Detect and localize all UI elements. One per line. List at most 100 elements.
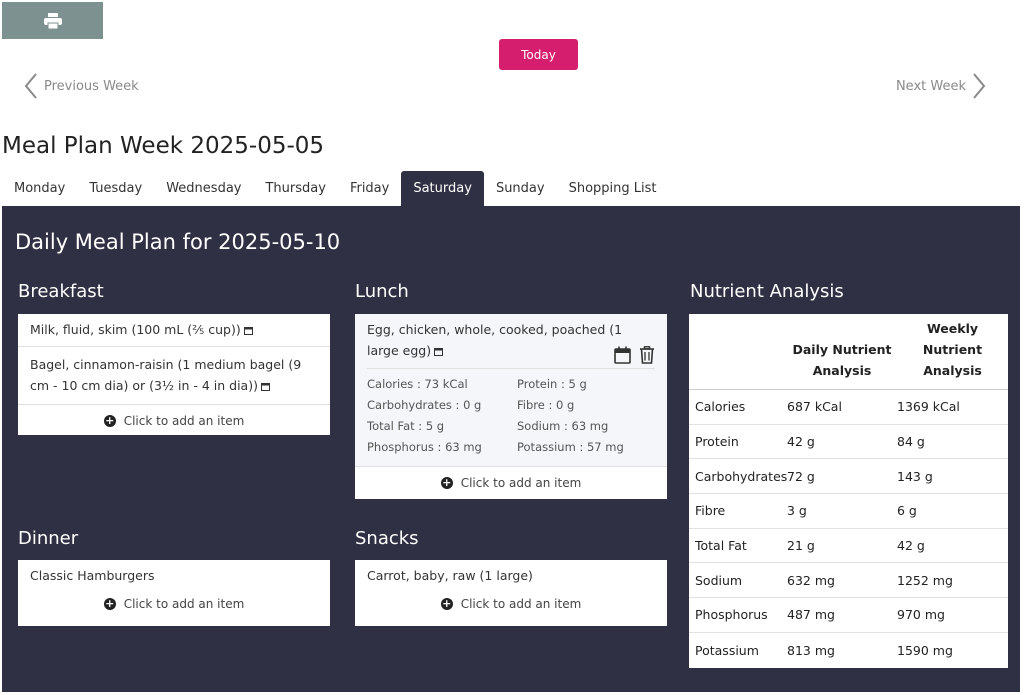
daily-value: 632 mg — [787, 572, 835, 588]
nutrient-name: Carbohydrates — [695, 468, 788, 484]
nutrient-name: Protein — [695, 434, 739, 450]
lunch-card: Egg, chicken, whole, cooked, poached (1 … — [355, 314, 667, 499]
plus-circle-icon: + — [440, 597, 453, 610]
daily-value: 21 g — [787, 538, 815, 554]
next-week-link[interactable]: Next Week — [896, 72, 986, 100]
previous-week-label: Previous Week — [44, 78, 139, 94]
list-item[interactable]: Bagel, cinnamon-raisin (1 medium bagel (… — [18, 347, 330, 405]
print-button[interactable] — [2, 2, 103, 39]
add-item-button[interactable]: + Click to add an item — [355, 588, 667, 620]
tab-shopping-list[interactable]: Shopping List — [557, 171, 669, 206]
calendar-icon[interactable] — [243, 320, 253, 341]
nutrient-name: Potassium — [695, 642, 759, 658]
add-item-button[interactable]: + Click to add an item — [355, 467, 667, 499]
list-item[interactable]: Carrot, baby, raw (1 large) — [355, 560, 667, 588]
table-row: Sodium 632 mg 1252 mg — [689, 563, 1008, 599]
weekly-value: 84 g — [897, 434, 925, 450]
table-row: Potassium 813 mg 1590 mg — [689, 633, 1008, 668]
breakfast-card: Milk, fluid, skim (100 mL (⅖ cup)) Bagel… — [18, 314, 330, 435]
table-row: Protein 42 g 84 g — [689, 425, 1008, 460]
weekly-value: 6 g — [897, 503, 917, 519]
nutrient-value: Calories : 73 kCal — [367, 377, 468, 391]
dinner-card: Classic Hamburgers + Click to add an ite… — [18, 560, 330, 626]
add-item-label: Click to add an item — [123, 597, 245, 611]
list-item[interactable]: Milk, fluid, skim (100 mL (⅖ cup)) — [18, 314, 330, 347]
nutrient-value: Carbohydrates : 0 g — [367, 398, 482, 412]
chevron-left-icon — [24, 73, 37, 99]
nutrient-value: Fibre : 0 g — [517, 398, 575, 412]
nutrient-analysis-table: Daily Nutrient Analysis Weekly Nutrient … — [689, 314, 1008, 668]
add-item-label: Click to add an item — [123, 414, 245, 428]
daily-value: 487 mg — [787, 607, 835, 623]
tab-sunday[interactable]: Sunday — [484, 171, 557, 206]
day-tabs: Monday Tuesday Wednesday Thursday Friday… — [2, 171, 669, 206]
nutrient-name: Phosphorus — [695, 607, 768, 623]
tab-saturday[interactable]: Saturday — [401, 171, 484, 206]
food-item-label: Milk, fluid, skim (100 mL (⅖ cup)) — [30, 322, 241, 337]
list-item[interactable]: Classic Hamburgers — [18, 560, 330, 588]
breakfast-title: Breakfast — [18, 281, 104, 302]
column-header-daily: Daily Nutrient Analysis — [792, 342, 892, 378]
weekly-value: 42 g — [897, 538, 925, 554]
nutrient-value: Total Fat : 5 g — [367, 419, 445, 433]
schedule-calendar-icon[interactable] — [614, 346, 631, 370]
nutrient-value: Protein : 5 g — [517, 377, 587, 391]
nutrient-value: Sodium : 63 mg — [517, 419, 609, 433]
weekly-value: 143 g — [897, 468, 933, 484]
tab-tuesday[interactable]: Tuesday — [77, 171, 154, 206]
daily-value: 72 g — [787, 468, 815, 484]
plus-circle-icon: + — [103, 597, 116, 610]
plus-circle-icon: + — [440, 476, 453, 489]
previous-week-link[interactable]: Previous Week — [24, 72, 139, 100]
snacks-title: Snacks — [355, 528, 419, 549]
table-row: Carbohydrates 72 g 143 g — [689, 459, 1008, 495]
food-item-label: Classic Hamburgers — [30, 568, 155, 583]
table-row: Phosphorus 487 mg 970 mg — [689, 598, 1008, 633]
tab-wednesday[interactable]: Wednesday — [154, 171, 253, 206]
tab-friday[interactable]: Friday — [338, 171, 401, 206]
nutrient-name: Fibre — [695, 503, 726, 519]
calendar-icon[interactable] — [260, 376, 270, 397]
daily-value: 687 kCal — [787, 399, 842, 415]
add-item-button[interactable]: + Click to add an item — [18, 405, 330, 437]
daily-plan-title: Daily Meal Plan for 2025-05-10 — [15, 230, 341, 254]
weekly-value: 1369 kCal — [897, 399, 960, 415]
snacks-card: Carrot, baby, raw (1 large) + Click to a… — [355, 560, 667, 626]
dinner-title: Dinner — [18, 528, 79, 549]
food-item-label: Carrot, baby, raw (1 large) — [367, 568, 533, 583]
trash-icon[interactable] — [639, 346, 655, 370]
weekly-value: 970 mg — [897, 607, 945, 623]
add-item-button[interactable]: + Click to add an item — [18, 588, 330, 620]
nutrient-name: Total Fat — [695, 538, 747, 554]
tab-thursday[interactable]: Thursday — [253, 171, 337, 206]
daily-value: 42 g — [787, 434, 815, 450]
daily-value: 813 mg — [787, 642, 835, 658]
add-item-label: Click to add an item — [460, 476, 582, 490]
add-item-label: Click to add an item — [460, 597, 582, 611]
column-header-weekly: Weekly Nutrient Analysis — [922, 321, 983, 378]
nutrient-value: Phosphorus : 63 mg — [367, 440, 482, 454]
chevron-right-icon — [973, 73, 986, 99]
lunch-title: Lunch — [355, 281, 409, 302]
page-title: Meal Plan Week 2025-05-05 — [2, 133, 325, 159]
nutrient-name: Calories — [695, 399, 746, 415]
printer-icon — [43, 12, 62, 29]
food-nutrient-summary: Calories : 73 kCal Protein : 5 g Carbohy… — [367, 368, 655, 458]
nutrient-name: Sodium — [695, 572, 743, 588]
today-button[interactable]: Today — [499, 39, 578, 70]
daily-value: 3 g — [787, 503, 807, 519]
next-week-label: Next Week — [895, 78, 966, 94]
table-row: Fibre 3 g 6 g — [689, 494, 1008, 529]
calendar-icon[interactable] — [434, 341, 444, 362]
weekly-value: 1252 mg — [897, 572, 953, 588]
tab-monday[interactable]: Monday — [2, 171, 77, 206]
nutrient-analysis-title: Nutrient Analysis — [690, 281, 844, 302]
table-row: Calories 687 kCal 1369 kCal — [689, 390, 1008, 425]
plus-circle-icon: + — [103, 414, 116, 427]
list-item[interactable]: Egg, chicken, whole, cooked, poached (1 … — [355, 314, 667, 467]
table-row: Total Fat 21 g 42 g — [689, 529, 1008, 564]
daily-plan-panel: Daily Meal Plan for 2025-05-10 Breakfast… — [2, 206, 1020, 692]
food-item-label: Egg, chicken, whole, cooked, poached (1 … — [367, 322, 623, 358]
weekly-value: 1590 mg — [897, 642, 953, 658]
table-header: Daily Nutrient Analysis Weekly Nutrient … — [689, 314, 1008, 390]
